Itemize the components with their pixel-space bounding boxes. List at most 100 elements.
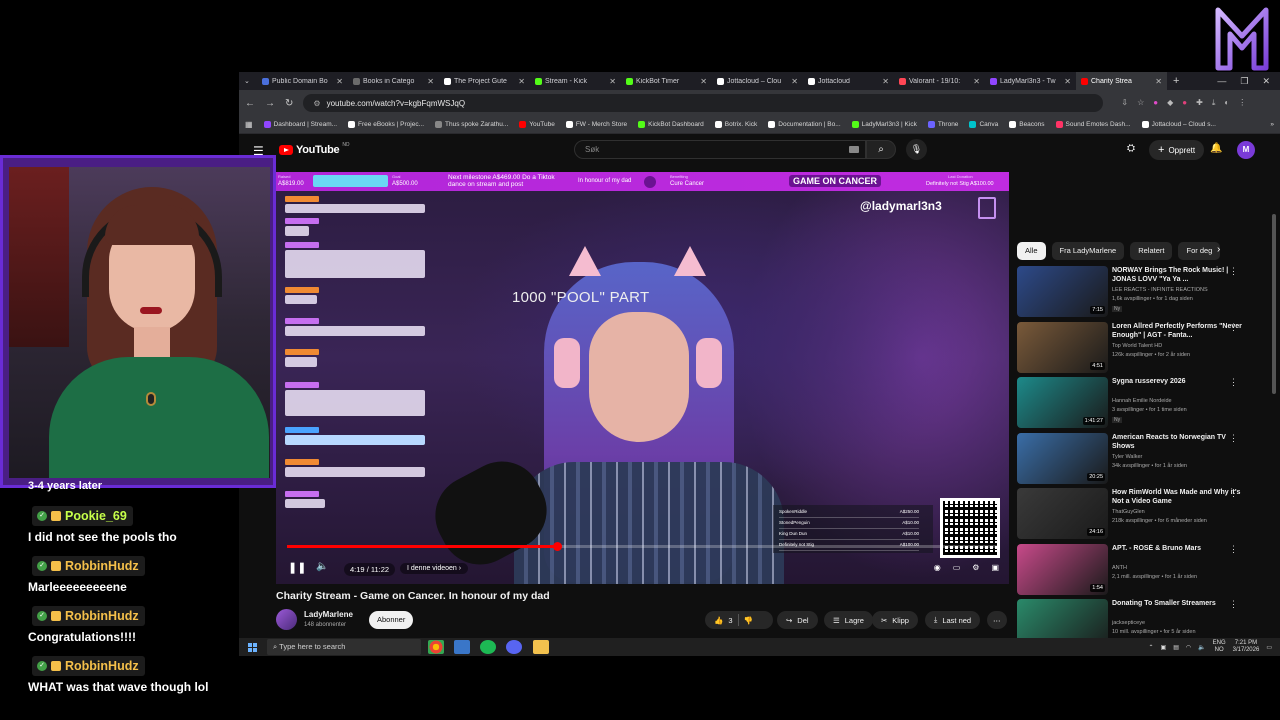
settings-icon[interactable]: ⚙ [972, 563, 979, 572]
extension-icon[interactable]: ● [1153, 98, 1158, 108]
bookmark-item[interactable]: KickBot Dashboard [638, 121, 704, 128]
discord-icon[interactable] [506, 640, 522, 654]
chapters-button[interactable]: I denne videoen › [400, 563, 469, 574]
windows-start-icon[interactable] [248, 643, 257, 652]
notifications-bell-icon[interactable]: 🔔 [1210, 143, 1222, 154]
close-tab-icon[interactable]: ✕ [427, 77, 434, 86]
video-title[interactable]: Donating To Smaller Streamers [1112, 599, 1242, 608]
bookmark-item[interactable]: FW - Merch Store [565, 121, 627, 128]
like-icon[interactable]: 👍 [714, 616, 723, 625]
browser-tab[interactable]: LadyMarl3n3 - Tw ✕ [985, 72, 1076, 90]
filter-chip[interactable]: For deg [1178, 242, 1221, 260]
bookmark-item[interactable]: Free eBooks | Projec... [348, 121, 424, 128]
video-thumbnail[interactable]: 1:41:27 [1017, 377, 1108, 428]
bookmark-item[interactable]: Beacons [1009, 121, 1045, 128]
more-options-icon[interactable]: ⋮ [1229, 377, 1238, 388]
video-title[interactable]: Loren Allred Perfectly Performs "Never E… [1112, 322, 1242, 340]
recommended-video[interactable]: 1:54 APT. - ROSÉ & Bruno Mars ANTH 2,1 mill… [1017, 543, 1275, 596]
more-options-icon[interactable]: ⋮ [1229, 544, 1238, 555]
tray-icon[interactable]: ▣ [1161, 644, 1167, 651]
bookmark-item[interactable]: Thus spoke Zarathu... [435, 121, 508, 128]
close-tab-icon[interactable]: ✕ [1064, 77, 1071, 86]
wifi-icon[interactable]: ◠ [1186, 644, 1191, 651]
install-icon[interactable]: ⇩ [1121, 98, 1128, 108]
clip-button[interactable]: ✂ Klipp [872, 611, 918, 629]
filter-chip[interactable]: Fra LadyMarlene [1051, 242, 1125, 260]
bookmark-item[interactable]: Throne [927, 121, 958, 128]
close-tab-icon[interactable]: ✕ [1155, 77, 1162, 86]
bookmark-item[interactable]: Botrix. Kick [714, 121, 757, 128]
back-icon[interactable]: ← [245, 98, 255, 109]
recommended-video[interactable]: 20:25 American Reacts to Norwegian TV Sho… [1017, 432, 1275, 485]
close-tab-icon[interactable]: ✕ [336, 77, 343, 86]
bookmark-item[interactable]: Sound Emotes Dash... [1055, 121, 1131, 128]
video-title[interactable]: NORWAY Brings The Rock Music! | JONAS LO… [1112, 266, 1242, 284]
video-thumbnail[interactable]: 4:51 [1017, 321, 1108, 373]
channel-name[interactable]: ThatGuyGlen [1112, 509, 1145, 515]
share-button[interactable]: ↪ Del [777, 611, 818, 629]
subtitles-icon[interactable]: ▭ [953, 563, 961, 572]
extensions-puzzle-icon[interactable]: ✚ [1196, 98, 1203, 108]
apps-icon[interactable]: ▦ [245, 120, 253, 129]
channel-name[interactable]: ANTH [1112, 565, 1127, 571]
minimize-icon[interactable]: — [1217, 76, 1226, 87]
video-player[interactable]: Raised A$819.00 Goal A$500.00 Next miles… [276, 172, 1009, 584]
profile-icon[interactable]: ◐ [1224, 98, 1229, 108]
browser-tab[interactable]: Public Domain Bo ✕ [257, 72, 348, 90]
bookmark-item[interactable]: LadyMarl3n3 | Kick [851, 121, 917, 128]
close-tab-icon[interactable]: ✕ [791, 77, 798, 86]
browser-tab[interactable]: KickBot Timer ✕ [621, 72, 712, 90]
chat-username[interactable]: RobbinHudz [65, 559, 139, 573]
tray-icon[interactable]: ▤ [1173, 644, 1179, 651]
browser-tab[interactable]: Charity Strea ✕ [1076, 72, 1167, 90]
download-icon[interactable]: ⤓ [1212, 98, 1216, 108]
bookmark-item[interactable]: YouTube [519, 121, 555, 128]
voice-search-button[interactable]: 🎙 [906, 139, 927, 160]
recommended-video[interactable]: 1:41:27 Sygna russerevy 2026 Hannah Emilie… [1017, 377, 1275, 429]
close-tab-icon[interactable]: ✕ [882, 77, 889, 86]
recommended-video[interactable]: 4:51 Loren Allred Perfectly Performs "Nev… [1017, 321, 1275, 374]
extension-icon[interactable]: ◆ [1167, 98, 1173, 108]
folder-icon[interactable] [533, 640, 549, 654]
download-button[interactable]: ⤓ Last ned [925, 611, 981, 629]
video-thumbnail[interactable]: 1:54 [1017, 543, 1108, 595]
new-tab-button[interactable]: + [1167, 75, 1185, 87]
browser-tab[interactable]: Books in Catego ✕ [348, 72, 439, 90]
pause-icon[interactable]: ❚❚ [288, 561, 306, 574]
bookmarks-overflow-icon[interactable]: » [1270, 121, 1274, 128]
taskbar-search-input[interactable]: ⌕ Type here to search [267, 639, 421, 655]
browser-menu-icon[interactable]: ⋮ [1238, 98, 1246, 108]
video-title[interactable]: American Reacts to Norwegian TV Shows [1112, 433, 1242, 451]
account-avatar[interactable]: M [1237, 141, 1255, 159]
filter-chip[interactable]: Alle [1017, 242, 1046, 260]
extension-icon[interactable]: ● [1182, 98, 1187, 108]
cast-icon[interactable]: ⛭ [1127, 143, 1135, 154]
clock[interactable]: 7:21 PM 3/17/2026 [1233, 640, 1260, 654]
close-tab-icon[interactable]: ✕ [973, 77, 980, 86]
progress-bar[interactable] [287, 542, 998, 551]
channel-name[interactable]: Hannah Emilie Nordeide [1112, 398, 1172, 404]
channel-name[interactable]: LadyMarlene [304, 610, 353, 619]
video-title[interactable]: APT. - ROSÉ & Bruno Mars [1112, 544, 1242, 553]
scrollbar[interactable] [1272, 214, 1276, 394]
bookmark-star-icon[interactable]: ☆ [1137, 98, 1144, 108]
address-bar[interactable]: ⚙ youtube.com/watch?v=kgbFqmWSJqQ [303, 94, 1104, 112]
spotify-icon[interactable] [480, 640, 496, 654]
browser-tab[interactable]: The Project Gute ✕ [439, 72, 530, 90]
create-button[interactable]: + Opprett [1149, 140, 1205, 160]
more-actions-button[interactable]: ⋯ [987, 611, 1007, 629]
autoplay-toggle-icon[interactable]: ◉ [934, 563, 941, 572]
forward-icon[interactable]: → [265, 98, 275, 109]
close-tab-icon[interactable]: ✕ [518, 77, 525, 86]
channel-name[interactable]: jacksepticeye [1112, 620, 1145, 626]
close-window-icon[interactable]: ✕ [1262, 76, 1270, 87]
video-title[interactable]: Sygna russerevy 2026 [1112, 377, 1242, 386]
search-input[interactable]: Søk [574, 140, 866, 159]
volume-icon[interactable]: 🔈 [316, 561, 328, 572]
channel-avatar[interactable] [276, 609, 297, 630]
keyboard-icon[interactable] [849, 146, 859, 153]
bookmark-item[interactable]: Dashboard | Stream... [263, 121, 337, 128]
browser-tab[interactable]: Valorant - 19/10: ✕ [894, 72, 985, 90]
video-title[interactable]: How RimWorld Was Made and Why it's Not a… [1112, 488, 1242, 506]
bookmark-item[interactable]: Canva [969, 121, 998, 128]
